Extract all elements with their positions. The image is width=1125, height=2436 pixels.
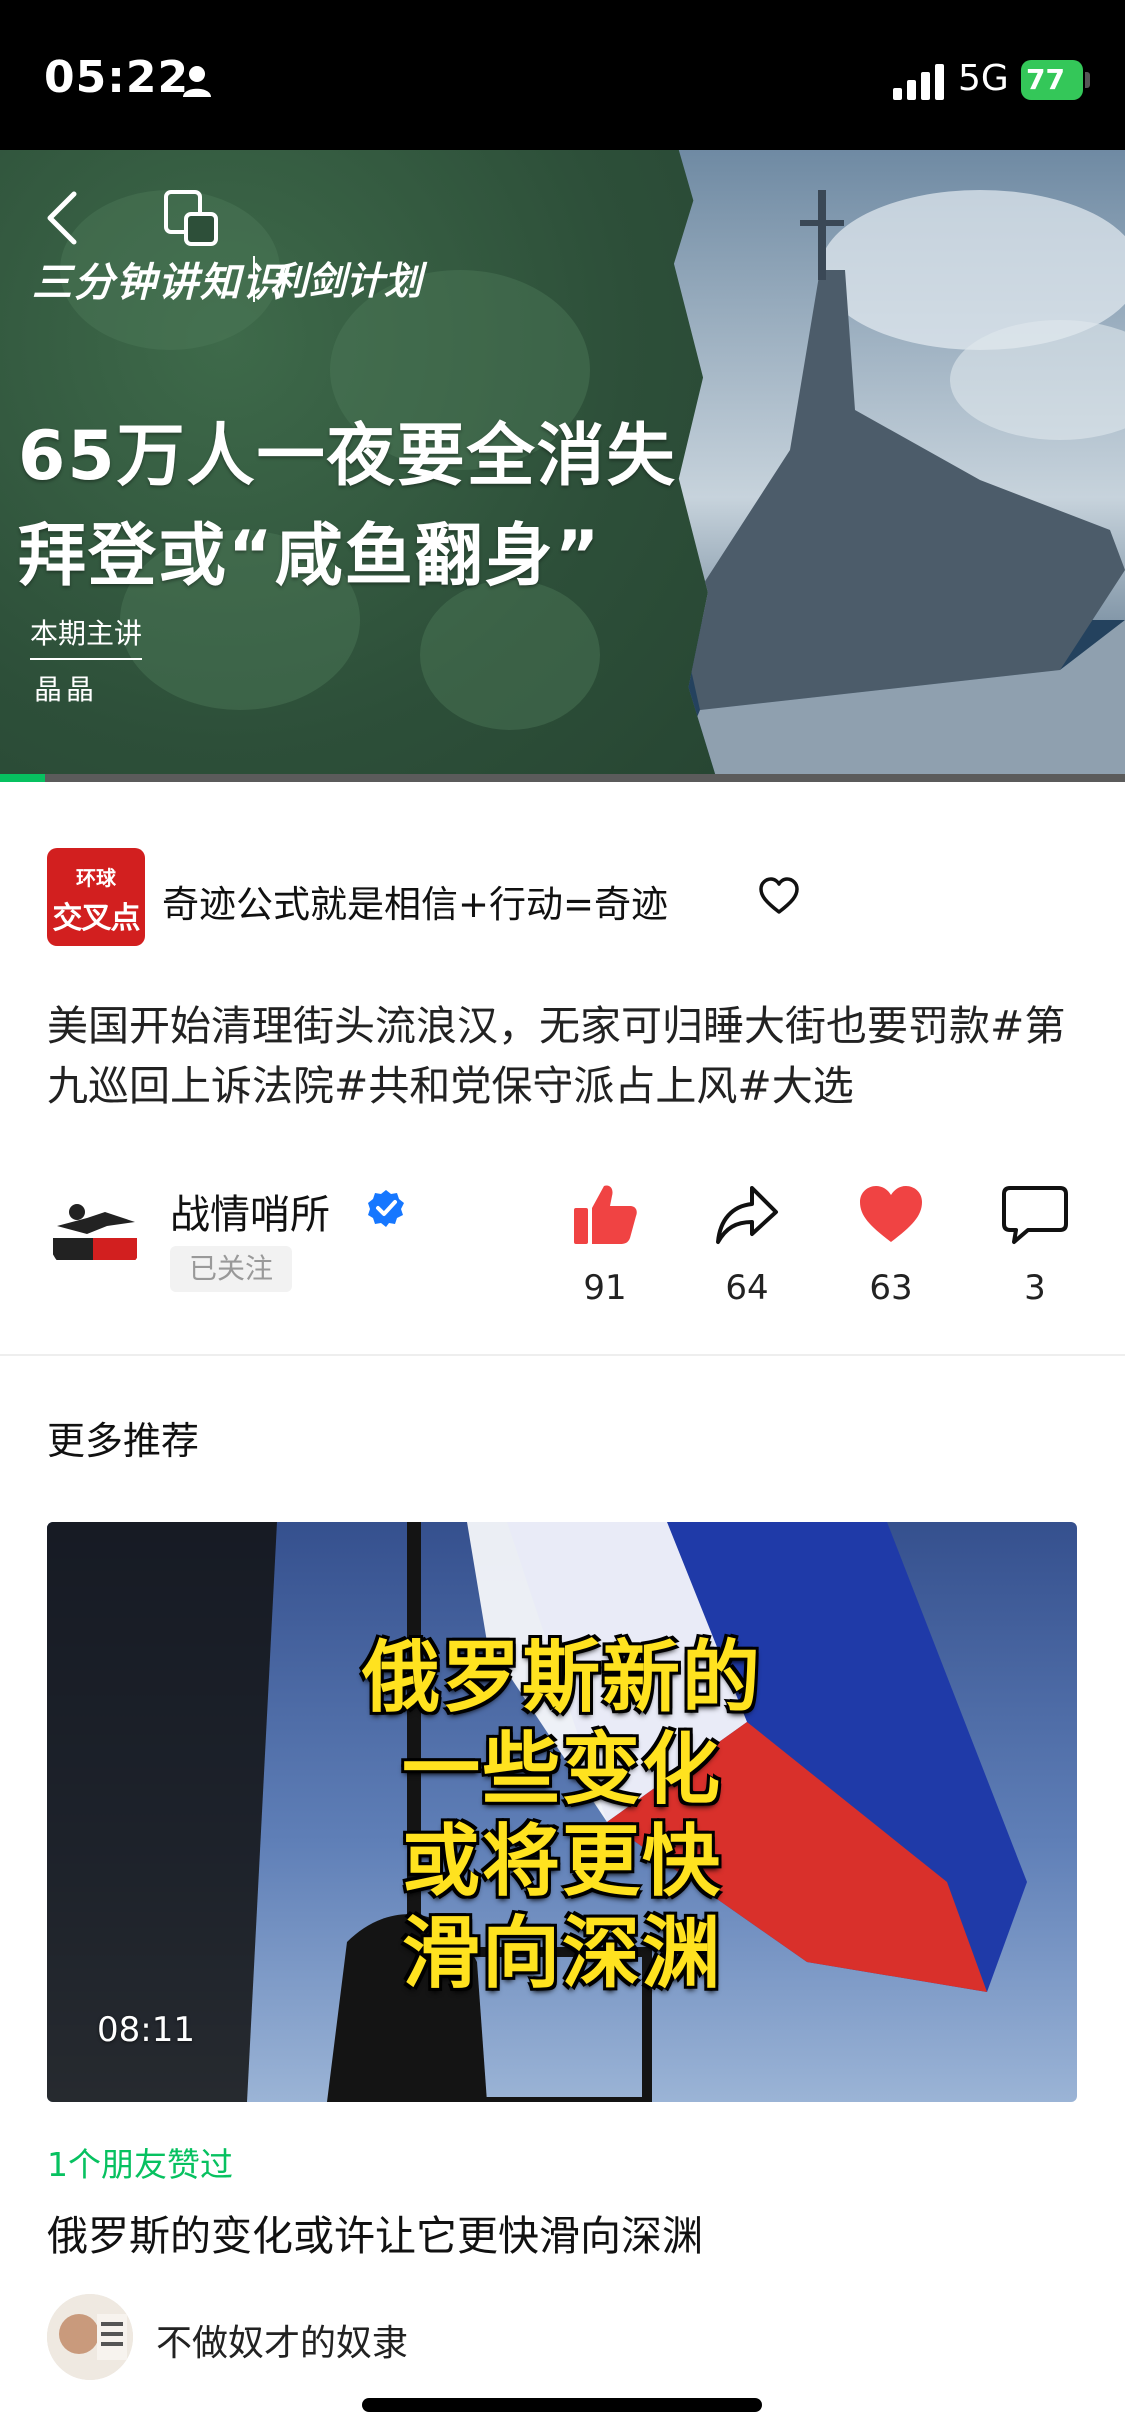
video-progress-bar[interactable] [0,774,1125,782]
recommend-author-name[interactable]: 不做奴才的奴隶 [156,2314,408,2366]
battery-level: 77 [1026,63,1065,96]
video-progress-fill [0,774,45,782]
recommend-author-avatar[interactable] [47,2294,133,2380]
recommend-video-thumbnail[interactable]: 俄罗斯新的 一些变化 或将更快 滑向深渊 08:11 [47,1522,1077,2102]
author-avatar[interactable] [47,1182,145,1280]
favorite-count: 63 [869,1268,913,1308]
status-bar: 05:22 5G 77 [0,0,1125,150]
follow-status-badge[interactable]: 已关注 [170,1246,292,1292]
channel-name[interactable]: 奇迹公式就是相信+行动=奇迹 [162,874,668,928]
video-player[interactable]: 三分钟讲知识 利剑计划 65万人一夜要全消失 拜登或“咸鱼翻身” 本期主讲 晶晶 [0,150,1125,782]
camo-pattern [420,580,600,730]
heart-filled-icon [860,1186,922,1242]
share-arrow-icon [716,1186,778,1244]
back-arrow-icon[interactable] [42,190,82,246]
battery-tip [1085,72,1090,88]
program-sub-logo: 利剑计划 [270,259,423,303]
logo-divider [253,256,255,302]
video-headline-line1: 65万人一夜要全消失 [18,417,677,496]
thumbs-up-icon [574,1185,637,1244]
comment-button[interactable]: 3 [980,1180,1090,1308]
share-count: 64 [725,1268,769,1308]
thumbnail-caption-line: 滑向深渊 [401,1909,722,1999]
comment-bubble-icon [1002,1186,1068,1244]
program-logo: 三分钟讲知识 [32,260,284,306]
heart-outline-icon[interactable] [758,876,800,916]
video-duration: 08:11 [97,2010,195,2050]
video-description: 美国开始清理街头流浪汉，无家可归睡大街也要罚款#第九巡回上诉法院#共和党保守派占… [47,1002,1066,1110]
author-name[interactable]: 战情哨所 [170,1182,330,1240]
channel-logo[interactable]: 环球 交叉点 [47,848,145,946]
thumbnail-caption: 俄罗斯新的 一些变化 或将更快 滑向深渊 [47,1632,1077,2000]
recommend-section-title: 更多推荐 [47,1419,200,1463]
recommend-video-title[interactable]: 俄罗斯的变化或许让它更快滑向深渊 [47,2202,703,2262]
battery-icon: 77 [1021,60,1083,100]
status-time: 05:22 [44,52,190,103]
thumbnail-caption-line: 俄罗斯新的 [361,1633,762,1723]
host-name: 晶晶 [34,673,99,706]
home-indicator[interactable] [362,2398,762,2412]
battleship-image [673,150,1125,782]
cast-screen-icon[interactable] [162,188,222,248]
signal-icon [893,64,944,100]
share-button[interactable]: 64 [692,1180,802,1308]
friends-liked-label: 1个朋友赞过 [47,2145,233,2184]
thumbnail-caption-line: 或将更快 [401,1817,722,1907]
section-divider [0,1354,1125,1356]
thumbnail-caption-line: 一些变化 [401,1725,722,1815]
channel-logo-bottom: 交叉点 [52,901,141,936]
channel-logo-top: 环球 [76,866,116,890]
host-label: 本期主讲 [30,612,143,660]
comment-count: 3 [1024,1268,1046,1308]
like-button[interactable]: 91 [550,1180,660,1308]
like-count: 91 [583,1268,627,1308]
verified-badge-icon [368,1190,404,1227]
favorite-button[interactable]: 63 [836,1180,946,1308]
person-icon [183,66,211,97]
video-headline-line2: 拜登或“咸鱼翻身” [18,517,602,596]
network-label: 5G [958,58,1009,99]
